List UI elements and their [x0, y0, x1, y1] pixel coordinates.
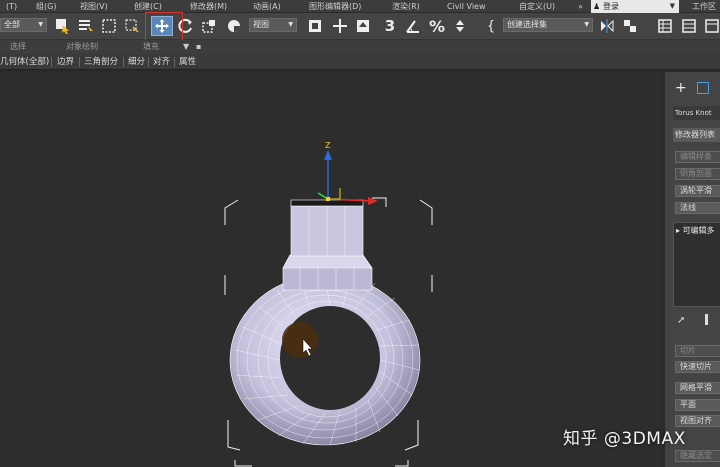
- chevron-down-icon: ▼: [288, 21, 293, 28]
- tab-divider: [51, 57, 52, 67]
- meshsmooth-button[interactable]: 网格平滑: [675, 382, 720, 394]
- rectangular-selection-icon[interactable]: [99, 16, 119, 36]
- snap-dimension-label: 3: [384, 17, 396, 35]
- watermark: 知乎 @3DMAX: [563, 429, 686, 449]
- tab-divider: [123, 57, 124, 67]
- user-icon: ♟: [593, 2, 601, 11]
- scale-tool-icon[interactable]: [199, 16, 219, 36]
- chevron-down-icon[interactable]: ▼: [183, 41, 189, 53]
- reference-coordinate-dropdown[interactable]: 视图 ▼: [249, 18, 297, 32]
- hide-selected-button[interactable]: 隐藏选定: [675, 450, 720, 462]
- chevron-down-icon: ▼: [38, 21, 43, 28]
- named-selection-value: 创建选择集: [507, 20, 547, 29]
- tab-divider: [148, 57, 149, 67]
- modifier-stack[interactable]: ▸ 可编辑多: [673, 222, 720, 307]
- edit-named-selection-icon[interactable]: {: [481, 16, 501, 36]
- percent-snap-icon[interactable]: %: [427, 16, 447, 36]
- pin-stack-icon[interactable]: ➚: [677, 315, 685, 326]
- move-gizmo: Z: [317, 141, 378, 205]
- toolbar-group-labels: 选择 对象绘制 填充 ▼ ▪: [0, 40, 720, 54]
- menu-item-view[interactable]: 视图(V): [80, 0, 108, 13]
- show-end-result-icon[interactable]: [705, 314, 708, 325]
- viewport-scene: Z: [224, 141, 433, 467]
- menu-item-tools[interactable]: (T): [6, 0, 17, 13]
- menu-overflow-icon[interactable]: »: [578, 0, 583, 13]
- place-tool-icon[interactable]: [224, 16, 244, 36]
- window-crossing-icon[interactable]: [122, 16, 142, 36]
- quick-slice-button[interactable]: 快速切片: [675, 361, 720, 373]
- planar-button[interactable]: 平面: [675, 399, 720, 411]
- align-icon[interactable]: [620, 16, 640, 36]
- torus-mesh: [229, 274, 421, 446]
- menu-item-animation[interactable]: 动画(A): [253, 0, 281, 13]
- selection-filter-dropdown[interactable]: 全部 ▼: [0, 18, 47, 32]
- fill-label: 填充: [143, 42, 159, 51]
- tab-geometry-all[interactable]: 几何体(全部): [0, 55, 52, 69]
- workspace-label[interactable]: 工作区: [692, 0, 716, 13]
- menu-item-group[interactable]: 组(G): [36, 0, 56, 13]
- chevron-down-icon: ▼: [669, 2, 675, 10]
- pivot-center-icon[interactable]: [305, 16, 325, 36]
- select-manipulate-icon[interactable]: [330, 16, 350, 36]
- command-panel: + Torus Knot 修改器列表 编辑样条 倒角剖面 涡轮平滑 法线 ▸ 可…: [662, 72, 720, 467]
- menu-item-rendering[interactable]: 渲染(R): [392, 0, 420, 13]
- create-tab-icon[interactable]: +: [675, 80, 687, 96]
- menu-bar: (T) 组(G) 视图(V) 创建(C) 修改器(M) 动画(A) 图形编辑器(…: [0, 0, 720, 13]
- modify-tab-icon[interactable]: [697, 82, 709, 94]
- ribbon-tabs: 几何体(全部) 边界 三角剖分 细分 对齐 属性: [0, 54, 720, 70]
- tab-align[interactable]: 对齐: [150, 55, 173, 69]
- tab-borders[interactable]: 边界: [54, 55, 77, 69]
- turbosmooth-button[interactable]: 涡轮平滑: [675, 185, 720, 197]
- stack-item-label: 可编辑多: [682, 226, 715, 235]
- mirror-icon[interactable]: [597, 16, 617, 36]
- main-toolbar: 全部 ▼ 视图 ▼ 3 % {创建选择集 ▼: [0, 13, 720, 40]
- select-group-label: 选择: [10, 42, 26, 51]
- toggle-ribbon-icon[interactable]: [702, 16, 720, 36]
- slice-button[interactable]: 切片: [675, 345, 720, 357]
- named-selection-sets-dropdown[interactable]: 创建选择集 ▼: [503, 18, 593, 32]
- gizmo-z-label: Z: [325, 141, 331, 150]
- object-name-value: Torus Knot: [675, 109, 712, 117]
- scene-explorer-icon[interactable]: [655, 16, 675, 36]
- mouse-cursor: [282, 322, 318, 358]
- modifier-list-dropdown[interactable]: 修改器列表: [673, 128, 720, 142]
- menu-item-customize[interactable]: 自定义(U): [519, 0, 555, 13]
- bevel-profile-button[interactable]: 倒角剖面: [675, 168, 720, 180]
- login-dropdown[interactable]: ♟ 登录 ▼: [591, 0, 679, 13]
- tab-divider: [174, 57, 175, 67]
- reference-coordinate-value: 视图: [253, 20, 269, 29]
- normal-button[interactable]: 法线: [675, 202, 720, 214]
- edit-spline-button[interactable]: 编辑样条: [675, 151, 720, 163]
- object-name-field[interactable]: Torus Knot: [673, 106, 720, 120]
- selection-filter-value: 全部: [4, 20, 20, 29]
- select-by-name-icon[interactable]: [76, 16, 96, 36]
- select-object-icon[interactable]: [53, 16, 73, 36]
- keyboard-shortcut-icon[interactable]: [353, 16, 373, 36]
- tab-divider: [79, 57, 80, 67]
- snaps-toggle-icon[interactable]: 3: [380, 16, 400, 36]
- object-paint-label: 对象绘制: [66, 42, 98, 51]
- login-label: 登录: [603, 2, 619, 11]
- modifier-list-label: 修改器列表: [675, 130, 715, 139]
- menu-item-graph-editors[interactable]: 图形编辑器(D): [309, 0, 361, 13]
- tab-properties[interactable]: 属性: [176, 55, 199, 69]
- tab-subdivide[interactable]: 细分: [125, 55, 148, 69]
- chevron-down-icon: ▼: [584, 21, 589, 28]
- tab-triangulation[interactable]: 三角剖分: [81, 55, 121, 69]
- perspective-viewport[interactable]: Z: [0, 72, 662, 467]
- menu-item-civil-view[interactable]: Civil View: [447, 0, 486, 13]
- angle-snap-icon[interactable]: [403, 16, 423, 36]
- stack-item-editable-poly[interactable]: ▸ 可编辑多: [676, 225, 715, 236]
- layer-explorer-icon[interactable]: [679, 16, 699, 36]
- spinner-snap-icon[interactable]: [450, 16, 470, 36]
- ribbon-menu-icon[interactable]: ▪: [196, 41, 201, 53]
- menu-item-modifiers[interactable]: 修改器(M): [190, 0, 227, 13]
- ring-bezel-mesh: [282, 199, 373, 291]
